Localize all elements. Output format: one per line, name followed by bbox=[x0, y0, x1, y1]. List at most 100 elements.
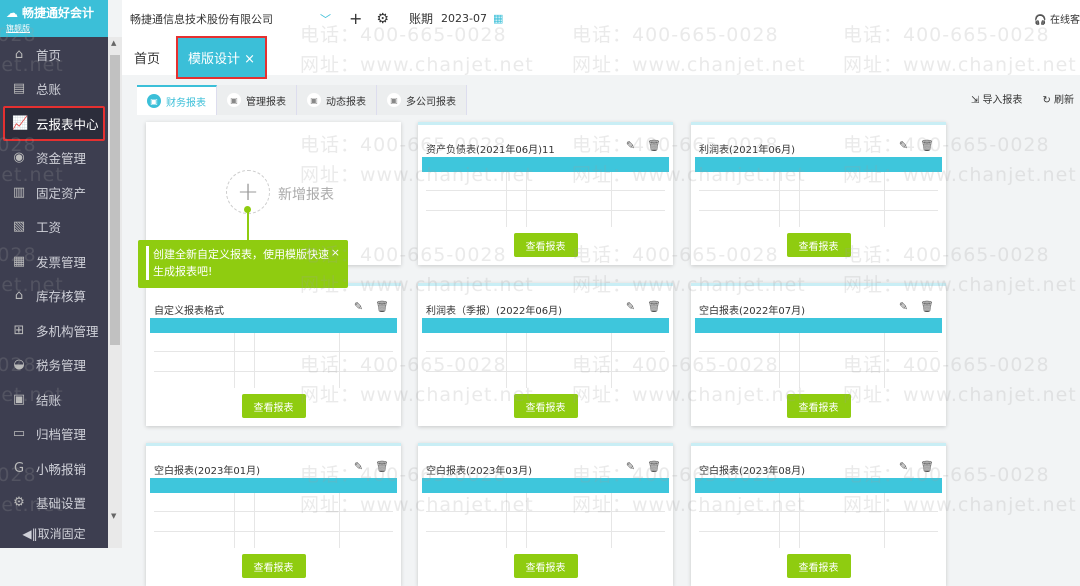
reimburse-icon: G bbox=[13, 460, 25, 476]
chevron-down-icon[interactable]: ﹀ bbox=[320, 11, 331, 27]
unpin-button[interactable]: ◀‖取消固定 bbox=[0, 525, 108, 542]
sidebar: ☁ 畅捷通好会计 旗舰版 ⌂ 首页 ▤ 总账 📈 云报表中心 ◉ 资金管理 ▥ 固定资产 ▧ 工资 ▦ 发票… bbox=[0, 0, 108, 548]
sidebar-item-label: 发票管理 bbox=[36, 254, 87, 270]
tab-template-design[interactable]: 模版设计 × bbox=[176, 36, 268, 79]
view-report-button[interactable]: 查看报表 bbox=[241, 394, 306, 418]
edit-icon[interactable]: ✎ bbox=[626, 300, 635, 313]
trash-icon[interactable]: 🗑 bbox=[920, 300, 934, 313]
top-bar: 畅捷通信息技术股份有限公司 ﹀ + ⚙ 账期 2023-07 ▦ 🎧 在线客 bbox=[122, 0, 1080, 37]
sidebar-item[interactable]: ▭ 归档管理 bbox=[0, 417, 108, 452]
edit-icon[interactable]: ✎ bbox=[354, 460, 363, 473]
trash-icon[interactable]: 🗑 bbox=[920, 139, 934, 152]
sidebar-item[interactable]: ◉ 资金管理 bbox=[0, 141, 108, 176]
view-report-button[interactable]: 查看报表 bbox=[513, 394, 578, 418]
sidebar-item[interactable]: ▥ 固定资产 bbox=[0, 175, 108, 210]
sidebar-item[interactable]: G 小畅报销 bbox=[0, 451, 108, 486]
company-select[interactable]: 畅捷通信息技术股份有限公司 bbox=[130, 11, 320, 27]
sidebar-item[interactable]: ▦ 发票管理 bbox=[0, 244, 108, 279]
tab-home[interactable]: 首页 bbox=[122, 39, 172, 75]
trash-icon[interactable]: 🗑 bbox=[920, 460, 934, 473]
trash-icon[interactable]: 🗑 bbox=[647, 460, 661, 473]
refresh-button[interactable]: ↻ 刷新 bbox=[1042, 91, 1074, 106]
subtab[interactable]: ▣ 多公司报表 bbox=[377, 85, 467, 115]
view-report-button[interactable]: 查看报表 bbox=[513, 233, 578, 257]
report-title: 利润表（季报）(2022年06月) bbox=[426, 306, 562, 317]
home-icon: ⌂ bbox=[14, 46, 24, 62]
edit-icon[interactable]: ✎ bbox=[626, 139, 635, 152]
salary-icon: ▧ bbox=[12, 219, 26, 235]
edit-icon[interactable]: ✎ bbox=[899, 139, 908, 152]
cloud-icon: ☁ bbox=[6, 5, 18, 20]
sidebar-item-label: 总账 bbox=[36, 82, 62, 98]
sidebar-item-label: 结账 bbox=[36, 392, 62, 408]
report-icon: ▣ bbox=[387, 93, 401, 107]
sidebar-item[interactable]: ▣ 结账 bbox=[0, 382, 108, 417]
money-bag-icon: ◉ bbox=[13, 150, 25, 166]
import-report-button[interactable]: ⇲ 导入报表 bbox=[971, 91, 1023, 106]
report-title: 自定义报表格式 bbox=[154, 306, 224, 317]
tab-bar: 首页 模版设计 × bbox=[122, 36, 1080, 79]
sidebar-item[interactable]: ⊞ 多机构管理 bbox=[0, 313, 108, 348]
sidebar-item-label: 资金管理 bbox=[36, 151, 87, 167]
view-report-button[interactable]: 查看报表 bbox=[786, 394, 851, 418]
report-icon: ▣ bbox=[307, 93, 321, 107]
sidebar-item[interactable]: ⚙ 基础设置 bbox=[0, 486, 108, 521]
new-report-label[interactable]: 新增报表 bbox=[278, 184, 334, 204]
report-title: 资产负债表(2021年06月)11 bbox=[426, 145, 555, 156]
report-icon: ▣ bbox=[147, 94, 161, 108]
sidebar-item[interactable]: ◒ 税务管理 bbox=[0, 348, 108, 383]
trash-icon[interactable]: 🗑 bbox=[375, 460, 389, 473]
sidebar-item-label: 云报表中心 bbox=[36, 116, 99, 132]
report-card: 利润表（季报）(2022年06月) ✎ 🗑 查看报表 bbox=[418, 283, 673, 426]
edit-icon[interactable]: ✎ bbox=[899, 460, 908, 473]
sidebar-item[interactable]: ⌂ 库存核算 bbox=[0, 279, 108, 314]
sidebar-item-label: 固定资产 bbox=[36, 185, 87, 201]
edit-icon[interactable]: ✎ bbox=[899, 300, 908, 313]
period-value[interactable]: 2023-07 bbox=[441, 12, 487, 25]
subtab[interactable]: ▣ 动态报表 bbox=[297, 85, 377, 115]
report-card: 资产负债表(2021年06月)11 ✎ 🗑 查看报表 bbox=[418, 122, 673, 265]
edit-icon[interactable]: ✎ bbox=[354, 300, 363, 313]
report-title: 空白报表(2023年08月) bbox=[699, 466, 805, 477]
calendar-icon[interactable]: ▦ bbox=[493, 12, 503, 25]
logo: ☁ 畅捷通好会计 旗舰版 bbox=[0, 0, 108, 37]
sidebar-item-label: 首页 bbox=[36, 47, 62, 63]
sidebar-item[interactable]: ▤ 总账 bbox=[0, 72, 108, 107]
tax-icon: ◒ bbox=[13, 357, 25, 373]
subtab[interactable]: ▣ 财务报表 bbox=[137, 85, 217, 115]
sidebar-item-label: 小畅报销 bbox=[36, 461, 87, 477]
chart-icon: 📈 bbox=[12, 115, 29, 131]
trash-icon[interactable]: 🗑 bbox=[647, 139, 661, 152]
report-card: 空白报表(2023年03月) ✎ 🗑 查看报表 bbox=[418, 443, 673, 586]
report-title: 空白报表(2022年07月) bbox=[699, 306, 805, 317]
sidebar-item[interactable]: 📈 云报表中心 bbox=[3, 106, 105, 141]
sidebar-item-label: 税务管理 bbox=[36, 358, 87, 374]
sidebar-item[interactable]: ▧ 工资 bbox=[0, 210, 108, 245]
subtab[interactable]: ▣ 管理报表 bbox=[217, 85, 297, 115]
report-card: 自定义报表格式 ✎ 🗑 查看报表 bbox=[146, 283, 401, 426]
ledger-icon: ▤ bbox=[12, 81, 26, 97]
tooltip: 创建全新自定义报表，使用模版快速生成报表吧! × bbox=[138, 240, 348, 288]
online-service-button[interactable]: 🎧 在线客 bbox=[1034, 11, 1080, 26]
edit-icon[interactable]: ✎ bbox=[626, 460, 635, 473]
report-card: 利润表(2021年06月) ✎ 🗑 查看报表 bbox=[691, 122, 946, 265]
sidebar-item-label: 多机构管理 bbox=[36, 323, 99, 339]
trash-icon[interactable]: 🗑 bbox=[375, 300, 389, 313]
period-label: 账期 bbox=[408, 12, 433, 26]
archive-icon: ▭ bbox=[12, 426, 26, 442]
trash-icon[interactable]: 🗑 bbox=[647, 300, 661, 313]
add-icon[interactable]: + bbox=[349, 9, 362, 28]
view-report-button[interactable]: 查看报表 bbox=[241, 554, 306, 578]
view-report-button[interactable]: 查看报表 bbox=[513, 554, 578, 578]
sidebar-item[interactable]: ⌂ 首页 bbox=[0, 37, 108, 72]
report-title: 利润表(2021年06月) bbox=[699, 145, 795, 156]
sidebar-item-label: 工资 bbox=[36, 220, 62, 236]
invoice-icon: ▦ bbox=[12, 253, 26, 269]
close-icon[interactable]: × bbox=[331, 244, 340, 261]
report-title: 空白报表(2023年01月) bbox=[154, 466, 260, 477]
report-title: 空白报表(2023年03月) bbox=[426, 466, 532, 477]
sidebar-scrollbar[interactable]: ▲ ▼ bbox=[108, 37, 122, 548]
view-report-button[interactable]: 查看报表 bbox=[786, 554, 851, 578]
view-report-button[interactable]: 查看报表 bbox=[786, 233, 851, 257]
gear-icon[interactable]: ⚙ bbox=[376, 11, 389, 27]
